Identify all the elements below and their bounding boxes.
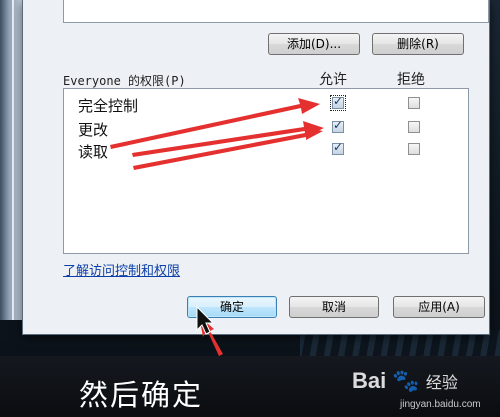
remove-button[interactable]: 删除(R) (372, 33, 464, 55)
ok-button[interactable]: 确定 (187, 296, 277, 318)
background-window-edge (0, 0, 22, 320)
add-button[interactable]: 添加(D)... (268, 33, 360, 55)
deny-checkbox-full-control[interactable] (408, 97, 420, 109)
permission-label-full-control: 完全控制 (78, 97, 139, 115)
deny-checkbox-read[interactable] (408, 143, 420, 155)
cancel-button[interactable]: 取消 (289, 296, 379, 318)
allow-column-header: 允许 (319, 72, 347, 88)
caption-text: 然后确定 (79, 378, 204, 412)
watermark-url: jingyan.baidu.com (400, 399, 481, 410)
permission-label-change: 更改 (78, 121, 109, 139)
permission-label-read: 读取 (78, 143, 109, 161)
allow-checkbox-full-control[interactable] (330, 94, 346, 111)
deny-column-header: 拒绝 (397, 72, 425, 88)
permissions-dialog: 添加(D)... 删除(R) Everyone 的权限(P) 允许 拒绝 完全控… (22, 0, 490, 335)
allow-checkbox-change[interactable] (332, 118, 344, 133)
permissions-list: 完全控制 更改 读取 (63, 88, 469, 254)
group-user-list[interactable] (63, 0, 489, 23)
watermark-brand-suffix: 经验 (425, 375, 458, 392)
paw-icon: 🐾 (392, 368, 420, 393)
deny-checkbox-change[interactable] (408, 121, 420, 133)
baidu-watermark: Bai 🐾 经验 (352, 368, 458, 394)
access-control-help-link[interactable]: 了解访问控制和权限 (63, 260, 180, 279)
watermark-brand: Bai (352, 368, 387, 393)
apply-button[interactable]: 应用(A) (393, 296, 485, 318)
allow-checkbox-read[interactable] (332, 140, 344, 155)
permissions-header: Everyone 的权限(P) (63, 74, 186, 88)
